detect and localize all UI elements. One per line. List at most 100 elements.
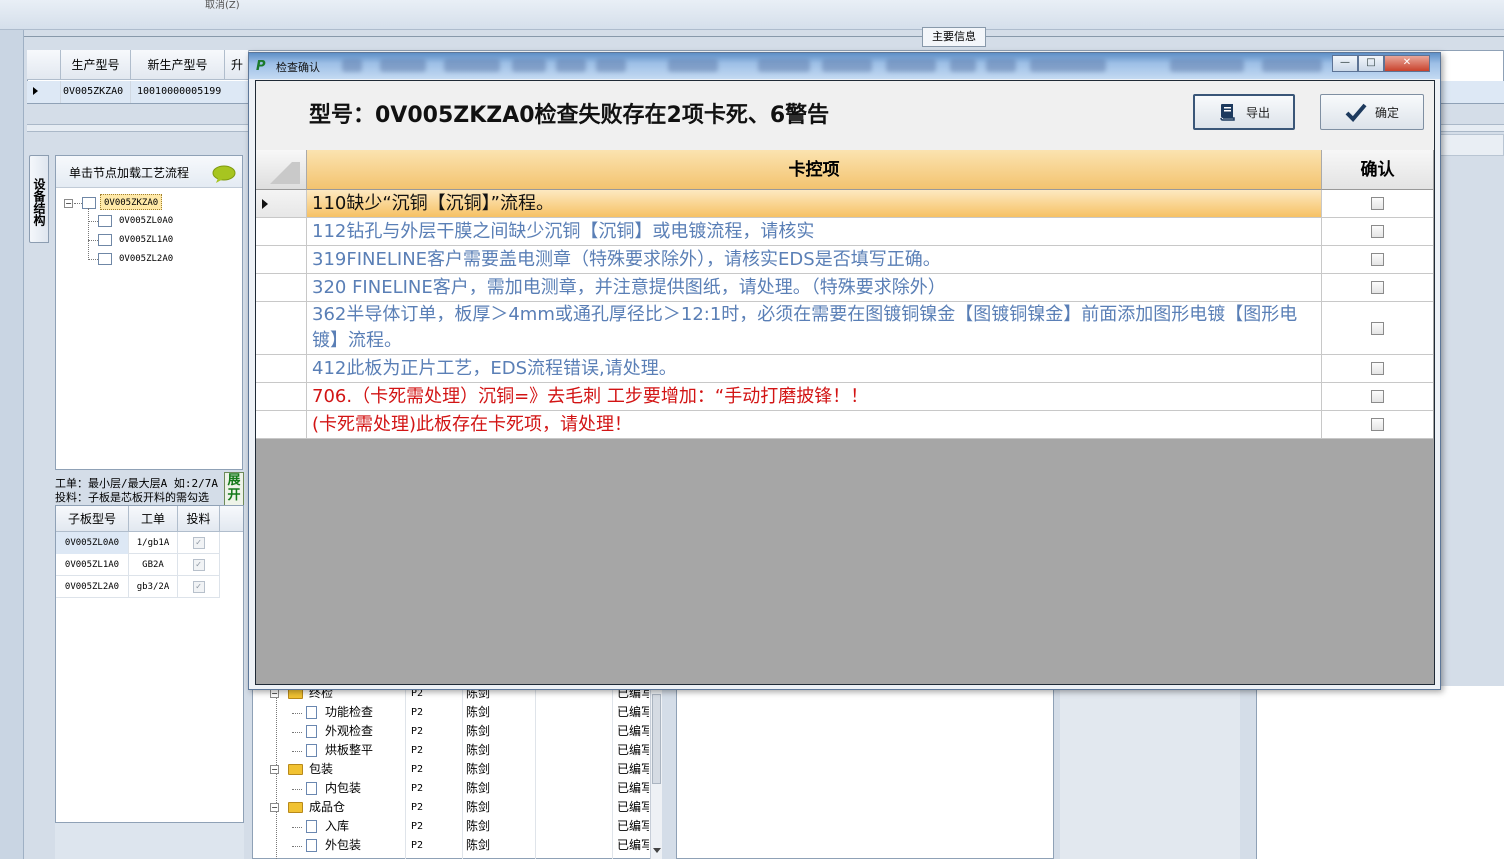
table-row[interactable]: (卡死需处理)此板存在卡死项，请处理！	[256, 411, 1433, 439]
table-row[interactable]: 320 FINELINE客户，需加电测章，并注意提供图纸，请处理。（特殊要求除外…	[256, 274, 1433, 302]
tree-node-checkbox[interactable]	[82, 197, 96, 209]
close-button[interactable]: ✕	[1384, 55, 1430, 72]
document-icon	[306, 706, 317, 719]
table-row[interactable]: 0V005ZL2A0 gb3/2A ✓	[56, 576, 220, 598]
table-row[interactable]: 0V005ZL1A0 GB2A ✓	[56, 554, 220, 576]
process-col2: P2	[411, 764, 424, 775]
window-controls: — □ ✕	[1332, 55, 1430, 72]
row-header[interactable]	[256, 302, 307, 354]
collapse-icon[interactable]: −	[270, 689, 279, 698]
process-row[interactable]: 外包装 P2 陈剑 已编写	[253, 836, 653, 855]
tree-node-checkbox[interactable]	[98, 215, 112, 227]
cell-work-order[interactable]: 1/gb1A	[129, 532, 178, 554]
table-row[interactable]: 319FINELINE客户需要盖电测章（特殊要求除外），请核实EDS是否填写正确…	[256, 246, 1433, 274]
document-icon	[306, 839, 317, 852]
cancel-button[interactable]: 取消(Z)	[205, 0, 240, 11]
confirm-cell	[1322, 190, 1433, 217]
confirm-checkbox[interactable]	[1371, 362, 1384, 375]
process-name: 内包装	[325, 781, 362, 795]
confirm-checkbox[interactable]	[1371, 197, 1384, 210]
col-feed[interactable]: 投料	[178, 506, 220, 532]
collapse-icon[interactable]: −	[64, 199, 73, 208]
detail-panel	[676, 686, 1054, 859]
side-panel	[1060, 686, 1240, 859]
process-row[interactable]: − 成品仓 P2 陈剑 已编写	[253, 798, 653, 817]
confirm-checkbox[interactable]	[1371, 225, 1384, 238]
table-row[interactable]: 412此板为正片工艺，EDS流程错误,请处理。	[256, 355, 1433, 383]
col-sub-board-model[interactable]: 子板型号	[56, 506, 129, 532]
process-row[interactable]: 入库 P2 陈剑 已编写	[253, 817, 653, 836]
confirm-checkbox[interactable]	[1371, 253, 1384, 266]
table-row[interactable]: 362半导体订单，板厚＞4mm或通孔厚径比＞12:1时，必须在需要在图镀铜镍金【…	[256, 302, 1433, 355]
model-grid-corner[interactable]	[27, 50, 61, 80]
row-header[interactable]	[256, 274, 307, 301]
process-col3: 陈剑	[466, 762, 491, 776]
process-col4: 已编写	[617, 762, 649, 776]
row-header[interactable]	[256, 411, 307, 438]
process-row[interactable]: 功能检查 P2 陈剑 已编写	[253, 703, 653, 722]
col-upgrade[interactable]: 升	[225, 50, 249, 80]
model-grid-row[interactable]: 0V005ZKZA0 10010000005199	[27, 81, 249, 103]
document-icon	[306, 782, 317, 795]
control-item-text: 112钻孔与外层干膜之间缺少沉铜【沉铜】或电镀流程，请核实	[307, 218, 1322, 245]
collapse-icon[interactable]: −	[270, 803, 279, 812]
tree-node-checkbox[interactable]	[98, 253, 112, 265]
table-row[interactable]: 0V005ZL0A0 1/gb1A ✓	[56, 532, 220, 554]
export-button[interactable]: 导出	[1193, 94, 1295, 130]
col-confirm[interactable]: 确认	[1322, 150, 1433, 190]
process-col2: P2	[411, 726, 424, 737]
check-result-heading: 型号：0V005ZKZA0检查失败存在2项卡死、6警告	[309, 103, 830, 128]
table-corner[interactable]	[256, 150, 307, 190]
feed-checkbox[interactable]: ✓	[192, 558, 205, 571]
row-header[interactable]	[256, 246, 307, 273]
feed-checkbox[interactable]: ✓	[192, 580, 205, 593]
cell-feed[interactable]: ✓	[178, 532, 220, 554]
collapse-icon[interactable]: −	[270, 765, 279, 774]
row-header[interactable]	[256, 190, 307, 217]
process-row[interactable]: 烘板整平 P2 陈剑 已编写	[253, 741, 653, 760]
main-info-divider	[24, 36, 1504, 37]
col-work-order[interactable]: 工单	[129, 506, 178, 532]
right-toolbar-strip	[1436, 134, 1504, 156]
cell-feed[interactable]: ✓	[178, 554, 220, 576]
maximize-button[interactable]: □	[1358, 55, 1384, 72]
confirm-checkbox[interactable]	[1371, 281, 1384, 294]
tree-node-label: 0V005ZL2A0	[119, 254, 174, 264]
process-scrollbar[interactable]	[650, 690, 662, 859]
process-col3: 陈剑	[466, 838, 491, 852]
process-row[interactable]: 内包装 P2 陈剑 已编写	[253, 779, 653, 798]
expand-button[interactable]: 展开	[224, 472, 244, 506]
export-label: 导出	[1245, 105, 1270, 120]
feed-checkbox[interactable]: ✓	[192, 536, 205, 549]
confirm-button[interactable]: 确定	[1320, 94, 1424, 130]
control-items-table-header: 卡控项 确认	[256, 150, 1433, 190]
hint-text: 工单：最小层/最大层A 如:2/7A 投料：子板是芯板开料的需勾选	[55, 477, 218, 505]
row-header[interactable]	[256, 383, 307, 410]
table-row[interactable]: 706.（卡死需处理）沉铜=》去毛刺 工步要增加：“手动打磨披锋！！	[256, 383, 1433, 411]
tree-node-checkbox[interactable]	[98, 234, 112, 246]
process-col4: 已编写	[617, 743, 649, 757]
tab-device-structure[interactable]: 设备结构	[29, 155, 49, 243]
row-header[interactable]	[256, 355, 307, 382]
scroll-down-icon[interactable]	[653, 848, 661, 853]
process-row[interactable]: 外观检查 P2 陈剑 已编写	[253, 722, 653, 741]
row-header[interactable]	[256, 218, 307, 245]
table-row[interactable]: 110缺少“沉铜【沉铜】”流程。	[256, 190, 1433, 218]
cell-production-model: 0V005ZKZA0	[61, 81, 131, 103]
cell-work-order[interactable]: gb3/2A	[129, 576, 178, 598]
select-all-corner-icon	[270, 162, 300, 184]
col-new-production-model[interactable]: 新生产型号	[131, 50, 225, 80]
confirm-checkbox[interactable]	[1371, 321, 1384, 335]
table-row[interactable]: 112钻孔与外层干膜之间缺少沉铜【沉铜】或电镀流程，请核实	[256, 218, 1433, 246]
confirm-label: 确定	[1374, 105, 1399, 120]
confirm-cell	[1322, 274, 1433, 301]
main-info-tab[interactable]: 主要信息	[922, 27, 986, 47]
cell-feed[interactable]: ✓	[178, 576, 220, 598]
minimize-button[interactable]: —	[1332, 55, 1358, 72]
col-control-item[interactable]: 卡控项	[307, 150, 1322, 190]
confirm-checkbox[interactable]	[1371, 418, 1384, 431]
col-production-model[interactable]: 生产型号	[61, 50, 131, 80]
process-row[interactable]: − 包装 P2 陈剑 已编写	[253, 760, 653, 779]
cell-work-order[interactable]: GB2A	[129, 554, 178, 576]
confirm-checkbox[interactable]	[1371, 390, 1384, 403]
